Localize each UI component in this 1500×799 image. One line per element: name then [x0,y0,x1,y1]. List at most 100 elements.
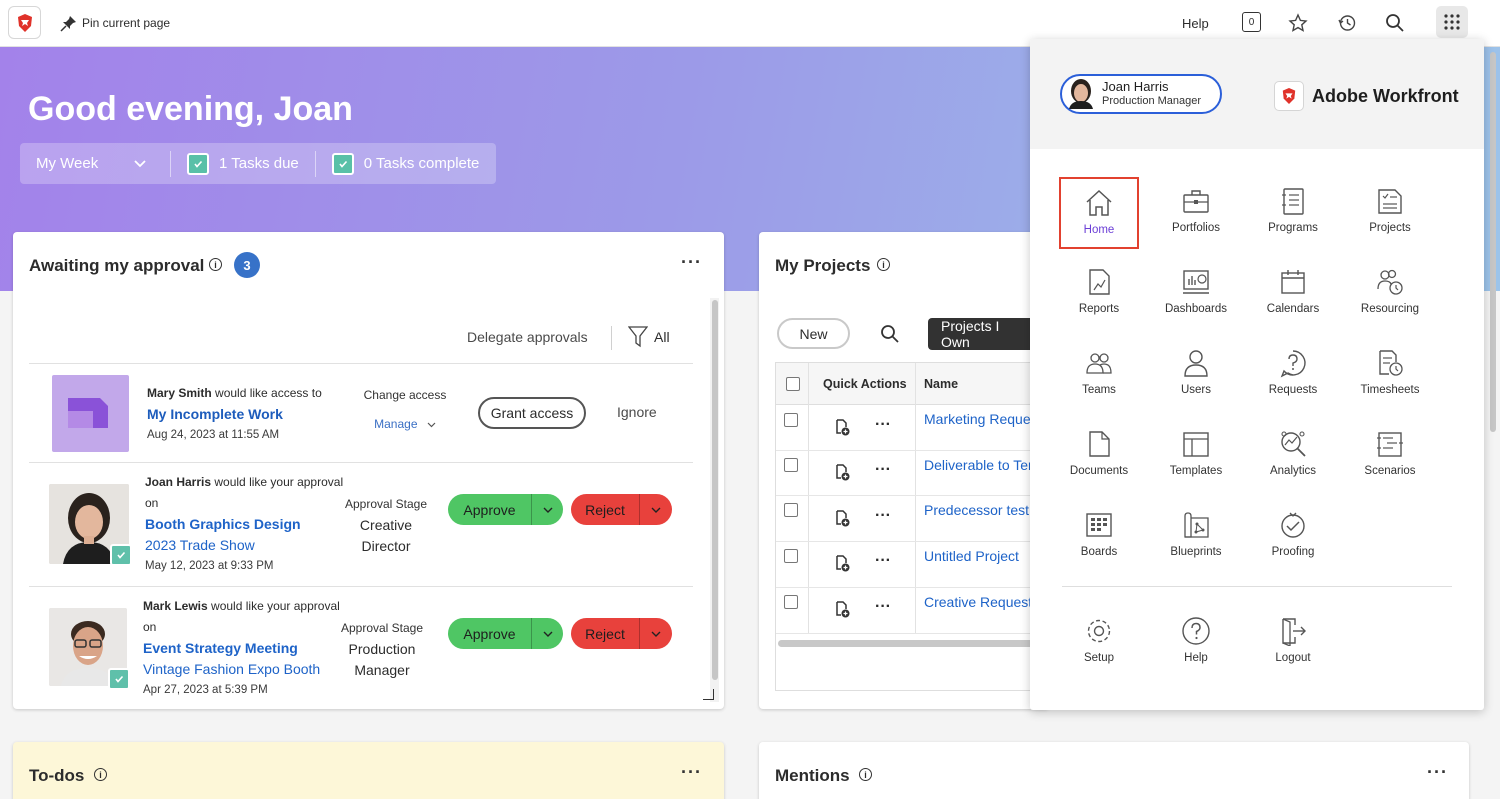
project-link[interactable]: Deliverable to Tem [924,457,1034,473]
app-users[interactable]: Users [1156,339,1236,411]
tasks-due[interactable]: 1 Tasks due [171,143,315,184]
app-label: Resourcing [1360,303,1420,315]
user-icon [1180,347,1212,379]
apps-menu-button[interactable] [1436,6,1468,38]
request-1-text: Mary Smith would like access to My Incom… [147,383,357,446]
tasks-complete[interactable]: 0 Tasks complete [316,143,496,184]
row-checkbox[interactable] [784,549,798,563]
ignore-button[interactable]: Ignore [617,404,657,420]
info-icon[interactable]: i [877,258,890,271]
app-reports[interactable]: Reports [1059,258,1139,330]
user-profile-button[interactable]: Joan Harris Production Manager [1060,74,1222,114]
pin-current-page[interactable]: Pin current page [60,14,170,32]
requester-name: Mark Lewis [143,599,208,613]
resize-handle[interactable] [703,689,714,700]
favorites-icon[interactable] [1287,12,1309,34]
app-dashboards[interactable]: Dashboards [1156,258,1236,330]
more-options-icon[interactable]: ··· [1427,762,1448,783]
more-options-icon[interactable]: ··· [875,461,891,479]
notification-count[interactable]: 0 [1242,12,1261,32]
help-link[interactable]: Help [1182,16,1209,31]
project-link[interactable]: Creative Requests [924,594,1034,610]
request-on: on [143,620,157,634]
info-icon[interactable]: i [94,768,107,781]
request-object-link[interactable]: Booth Graphics Design [145,514,345,535]
more-options-icon[interactable]: ··· [875,507,891,525]
add-document-icon[interactable] [834,555,850,577]
app-blueprints[interactable]: Blueprints [1156,501,1236,573]
projects-filter-button[interactable]: Projects I Own [928,318,1032,350]
app-label: Requests [1268,384,1318,396]
search-icon[interactable] [879,323,901,345]
access-level-select[interactable]: Manage [360,414,450,435]
add-document-icon[interactable] [834,419,850,441]
app-teams[interactable]: Teams [1059,339,1139,411]
timesheet-icon [1374,347,1406,379]
app-scenarios[interactable]: Scenarios [1350,420,1430,492]
more-options-icon[interactable]: ··· [875,598,891,616]
more-options-icon[interactable]: ··· [875,552,891,570]
row-checkbox[interactable] [784,503,798,517]
approve-options-chevron[interactable] [531,618,563,649]
more-options-icon[interactable]: ··· [681,252,702,273]
app-boards[interactable]: Boards [1059,501,1139,573]
analytics-icon [1277,428,1309,460]
history-icon[interactable] [1336,12,1358,34]
app-resourcing[interactable]: Resourcing [1350,258,1430,330]
row-checkbox[interactable] [784,413,798,427]
search-icon[interactable] [1384,12,1406,34]
page-scrollbar[interactable] [1490,52,1496,432]
reject-button[interactable]: Reject [571,494,672,525]
reject-options-chevron[interactable] [639,618,672,649]
workfront-logo[interactable] [8,6,41,39]
app-proofing[interactable]: Proofing [1253,501,1333,573]
change-access-label: Change access [363,388,447,402]
add-document-icon[interactable] [834,510,850,532]
app-calendars[interactable]: Calendars [1253,258,1333,330]
request-object-link[interactable]: My Incomplete Work [147,404,357,425]
app-projects[interactable]: Projects [1350,177,1430,249]
app-documents[interactable]: Documents [1059,420,1139,492]
info-icon[interactable]: i [209,258,222,271]
new-project-button[interactable]: New [777,318,850,349]
row-checkbox[interactable] [784,458,798,472]
more-options-icon[interactable]: ··· [875,416,891,434]
app-templates[interactable]: Templates [1156,420,1236,492]
approvals-filter[interactable]: All [628,326,670,348]
app-help[interactable]: Help [1156,607,1236,679]
project-link[interactable]: Marketing Request [924,411,1034,427]
scenario-icon [1374,428,1406,460]
calendar-icon [1277,266,1309,298]
app-requests[interactable]: Requests [1253,339,1333,411]
request-project-link[interactable]: Vintage Fashion Expo Booth [143,659,343,680]
approve-button[interactable]: Approve [448,494,563,525]
column-header-name[interactable]: Name [924,377,958,391]
app-home[interactable]: Home [1059,177,1139,249]
request-action: would like your approval [214,475,344,489]
scrollbar-thumb[interactable] [712,300,718,680]
reject-button[interactable]: Reject [571,618,672,649]
week-selector[interactable]: My Week [20,143,170,184]
app-programs[interactable]: Programs [1253,177,1333,249]
select-all-checkbox[interactable] [786,377,800,391]
project-link[interactable]: Untitled Project [924,548,1019,564]
horizontal-scrollbar[interactable] [778,640,1034,647]
app-portfolios[interactable]: Portfolios [1156,177,1236,249]
more-options-icon[interactable]: ··· [681,762,702,783]
row-checkbox[interactable] [784,595,798,609]
request-object-link[interactable]: Event Strategy Meeting [143,638,343,659]
reject-options-chevron[interactable] [639,494,672,525]
add-document-icon[interactable] [834,601,850,623]
app-timesheets[interactable]: Timesheets [1350,339,1430,411]
app-logout[interactable]: Logout [1253,607,1333,679]
delegate-approvals-link[interactable]: Delegate approvals [467,329,588,345]
add-document-icon[interactable] [834,464,850,486]
request-project-link[interactable]: 2023 Trade Show [145,535,345,556]
grant-access-button[interactable]: Grant access [478,397,586,429]
app-setup[interactable]: Setup [1059,607,1139,679]
approve-options-chevron[interactable] [531,494,563,525]
info-icon[interactable]: i [859,768,872,781]
app-analytics[interactable]: Analytics [1253,420,1333,492]
project-link[interactable]: Predecessor test pr [924,502,1034,518]
approve-button[interactable]: Approve [448,618,563,649]
